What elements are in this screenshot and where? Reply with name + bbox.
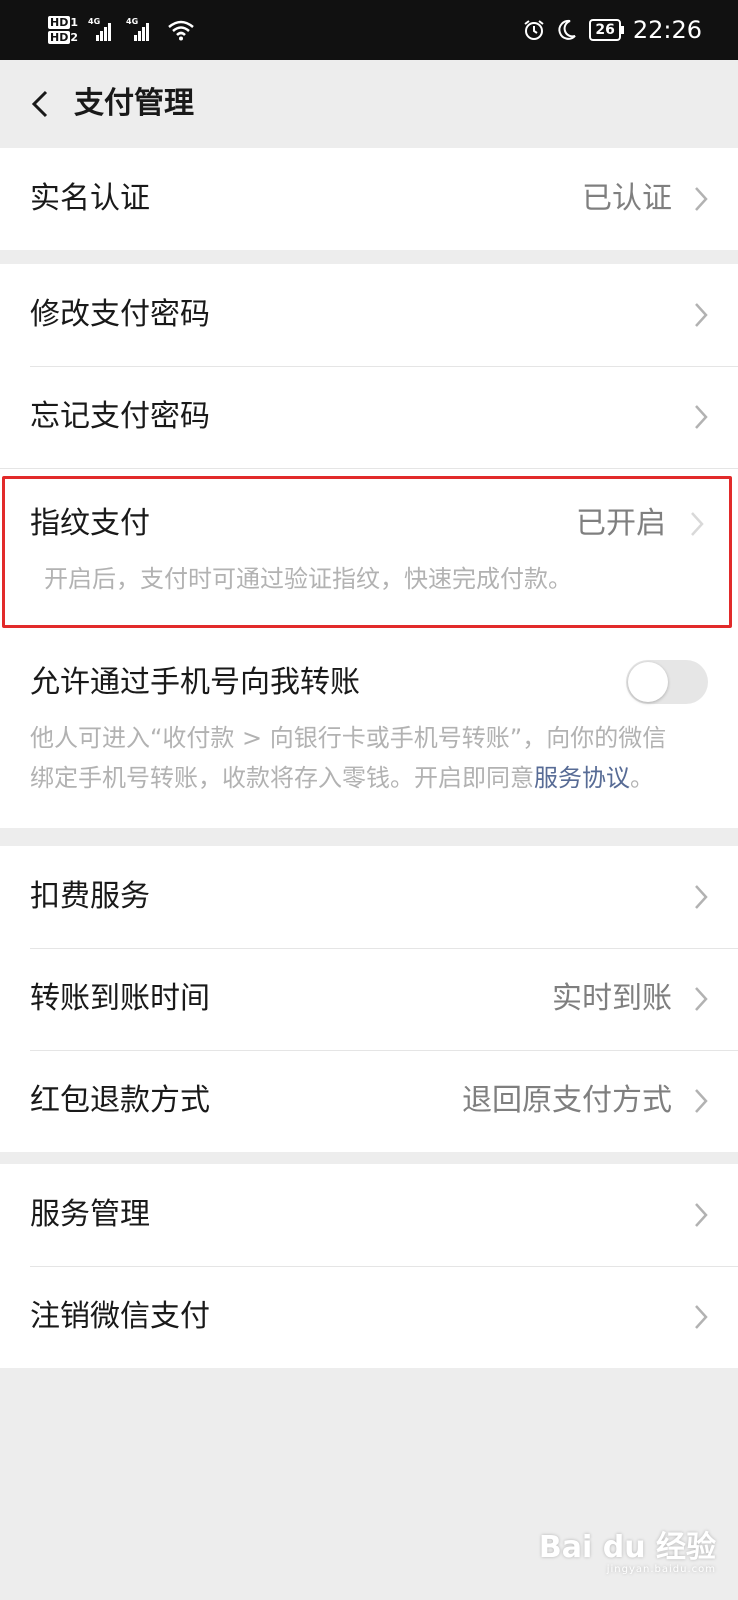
nav-bar: 支付管理	[0, 60, 738, 148]
row-redpacket-refund[interactable]: 红包退款方式 退回原支付方式	[0, 1050, 738, 1152]
hd-badge-2: HD	[48, 31, 71, 44]
phone-transfer-description: 他人可进入“收付款 > 向银行卡或手机号转账”，向你的微信 绑定手机号转账，收款…	[30, 718, 708, 798]
row-transfer-time[interactable]: 转账到账时间 实时到账	[0, 948, 738, 1050]
hd-badge-1: HD	[48, 16, 71, 29]
moon-icon	[558, 19, 577, 40]
row-deduction-service[interactable]: 扣费服务	[0, 846, 738, 948]
toggle-knob	[628, 662, 668, 702]
service-agreement-link[interactable]: 服务协议	[534, 764, 630, 792]
group-phone-transfer: 允许通过手机号向我转账 他人可进入“收付款 > 向银行卡或手机号转账”，向你的微…	[0, 632, 738, 828]
sim-2-label: 2	[70, 31, 78, 44]
sim-1-label: 1	[70, 16, 78, 29]
redpacket-refund-label: 红包退款方式	[30, 1083, 210, 1118]
row-cancel-wechat-pay[interactable]: 注销微信支付	[0, 1266, 738, 1368]
alarm-icon	[524, 20, 544, 40]
phone-transfer-desc-end: 。	[630, 764, 654, 792]
chevron-right-icon	[695, 405, 708, 429]
watermark-logo: Bai du 经验	[538, 1530, 716, 1565]
baidu-watermark: Bai du 经验 jingyan.baidu.com	[539, 1532, 716, 1576]
battery-icon: 26	[589, 19, 625, 41]
group-realname: 实名认证 已认证	[0, 148, 738, 250]
chevron-right-icon	[695, 987, 708, 1011]
watermark-url: jingyan.baidu.com	[606, 1564, 716, 1575]
phone-transfer-desc-text: 绑定手机号转账，收款将存入零钱。开启即同意	[30, 764, 534, 792]
chevron-right-icon	[695, 1203, 708, 1227]
forget-password-label: 忘记支付密码	[30, 399, 210, 434]
service-management-label: 服务管理	[30, 1197, 150, 1232]
row-realname[interactable]: 实名认证 已认证	[0, 148, 738, 250]
chevron-right-icon	[695, 303, 708, 327]
phone-transfer-desc-line2: 绑定手机号转账，收款将存入零钱。开启即同意服务协议。	[30, 758, 708, 798]
chevron-right-icon	[695, 1305, 708, 1329]
highlight-box	[2, 476, 732, 628]
realname-label: 实名认证	[30, 181, 150, 216]
row-change-password[interactable]: 修改支付密码	[0, 264, 738, 366]
transfer-time-label: 转账到账时间	[30, 981, 210, 1016]
group-management: 服务管理 注销微信支付	[0, 1164, 738, 1368]
status-bar: HD 1 HD 2 4G 4G 26 22:26	[0, 0, 738, 60]
redpacket-refund-value: 退回原支付方式	[462, 1083, 672, 1118]
page-title: 支付管理	[74, 86, 194, 121]
deduction-label: 扣费服务	[30, 879, 150, 914]
chevron-right-icon	[695, 1089, 708, 1113]
signal-type-2: 4G	[126, 17, 139, 26]
chevron-right-icon	[695, 885, 708, 909]
cancel-pay-label: 注销微信支付	[30, 1299, 210, 1334]
phone-transfer-toggle[interactable]	[626, 660, 708, 704]
row-service-management[interactable]: 服务管理	[0, 1164, 738, 1266]
signal-type-1: 4G	[88, 17, 101, 26]
network-indicator: HD 1 HD 2	[48, 16, 78, 44]
wifi-icon	[168, 20, 194, 41]
signal-icon-2: 4G	[126, 17, 154, 41]
phone-transfer-desc-line1: 他人可进入“收付款 > 向银行卡或手机号转账”，向你的微信	[30, 724, 667, 752]
chevron-right-icon	[695, 187, 708, 211]
realname-value: 已认证	[582, 181, 672, 216]
signal-icon-1: 4G	[88, 17, 116, 41]
back-arrow-icon[interactable]	[24, 84, 64, 124]
transfer-time-value: 实时到账	[552, 981, 672, 1016]
clock-time: 22:26	[632, 16, 702, 44]
group-services: 扣费服务 转账到账时间 实时到账 红包退款方式 退回原支付方式	[0, 846, 738, 1152]
row-forget-password[interactable]: 忘记支付密码	[0, 366, 738, 468]
change-password-label: 修改支付密码	[30, 297, 210, 332]
